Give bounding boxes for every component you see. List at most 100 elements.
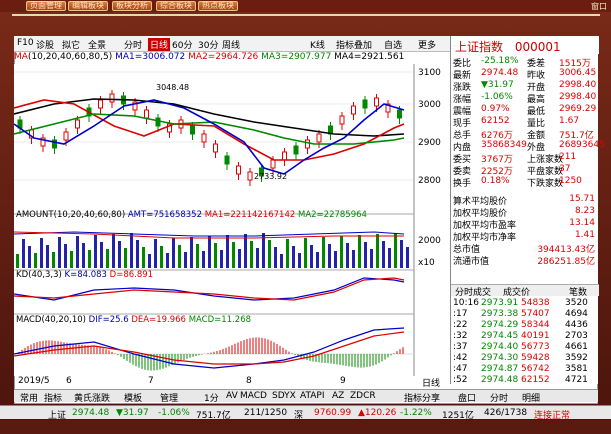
ma1-value: MA1=3006.072 bbox=[115, 52, 186, 62]
menu-button-analysis[interactable]: 板块分析 bbox=[112, 1, 152, 11]
volume-bar bbox=[214, 243, 217, 268]
date-tick: 9 bbox=[340, 376, 346, 386]
volume-bar bbox=[190, 237, 193, 268]
favorites-dropdown[interactable]: 自选 bbox=[384, 38, 402, 51]
candle-body bbox=[75, 119, 80, 129]
trade-volume: 40191 bbox=[521, 331, 550, 341]
stat-value: 15.71 bbox=[569, 194, 595, 204]
indicator-tab[interactable]: AV bbox=[226, 391, 238, 401]
volume-bar bbox=[70, 251, 73, 268]
indicator-tab[interactable]: ZDCR bbox=[350, 391, 376, 401]
price-tick: 3100 bbox=[418, 68, 441, 78]
m30-tab[interactable]: 30分 bbox=[198, 38, 218, 51]
candle-body bbox=[316, 133, 322, 143]
macd-dea-value: DEA=19.966 bbox=[131, 315, 186, 325]
trade-col-price: 成交价 bbox=[503, 288, 531, 298]
indicator-tab[interactable]: 黄氏涨跌 bbox=[74, 391, 110, 404]
trade-count: 4694 bbox=[565, 309, 588, 319]
indicator-tab[interactable]: 1分 bbox=[204, 391, 219, 404]
quote-value: 26893645 bbox=[559, 140, 605, 150]
panorama-button[interactable]: 全景 bbox=[88, 38, 106, 51]
tab-timeshare[interactable]: 分时 bbox=[490, 391, 508, 404]
indicator-tab[interactable]: MACD bbox=[240, 391, 267, 401]
ma-label[interactable]: MA bbox=[14, 52, 28, 62]
trade-title[interactable]: 分时成交 bbox=[455, 285, 491, 298]
volume-bar bbox=[172, 238, 175, 268]
trade-volume: 62152 bbox=[521, 375, 550, 385]
volume-bar bbox=[16, 254, 19, 268]
volume-bar bbox=[118, 241, 121, 268]
m60-tab[interactable]: 60分 bbox=[172, 38, 192, 51]
indicator-tab[interactable]: ATAPI bbox=[300, 391, 325, 401]
ruler-button[interactable]: 拟它 bbox=[62, 38, 80, 51]
indicator-overlay-dropdown[interactable]: 指标叠加 bbox=[336, 38, 372, 51]
volume-bar bbox=[58, 237, 61, 268]
kd-label[interactable]: KD bbox=[16, 270, 28, 280]
volume-bar bbox=[64, 244, 67, 268]
kd-legend: KD(40,3,3) K=84.083 D=86.891 bbox=[16, 270, 416, 281]
macd-macd-value: MACD=11.268 bbox=[188, 315, 252, 325]
trade-time: :37 bbox=[453, 342, 468, 352]
volume-bar bbox=[76, 236, 79, 268]
indicator-tab[interactable]: SDYX bbox=[272, 391, 296, 401]
status-sh-ratio: 211/1250 bbox=[244, 408, 288, 418]
indicator-tab[interactable]: AZ bbox=[332, 391, 344, 401]
security-name: 上证指数 bbox=[455, 40, 504, 54]
trade-time: :47 bbox=[453, 364, 468, 374]
volume-bar bbox=[220, 250, 223, 268]
date-tick: 7 bbox=[148, 376, 154, 386]
security-title: 上证指数 000001 bbox=[451, 36, 599, 54]
indicator-tab[interactable]: 常用 bbox=[20, 391, 38, 404]
indicator-tab[interactable]: 模板 bbox=[124, 391, 142, 404]
volume-bar bbox=[34, 253, 37, 268]
volume-bar bbox=[244, 234, 247, 268]
volume-bar bbox=[160, 246, 163, 268]
candle-body bbox=[270, 159, 276, 169]
price-tick: 3000 bbox=[418, 100, 441, 110]
quote-row: 最新 2974.48 昨收 3006.45 bbox=[451, 68, 599, 81]
status-sz-ratio: 426/1738 bbox=[484, 408, 528, 418]
kline-dropdown[interactable]: K线 bbox=[310, 38, 325, 51]
volume-bar bbox=[130, 233, 133, 268]
volume-bar bbox=[142, 247, 145, 268]
diagnose-button[interactable]: 诊股 bbox=[36, 38, 54, 51]
tab-handicap[interactable]: 盘口 bbox=[458, 391, 476, 404]
indicator-tab[interactable]: 管理 bbox=[160, 391, 178, 404]
menu-button-page[interactable]: 页面管理 bbox=[26, 1, 66, 11]
amount-tick: x10 bbox=[418, 258, 435, 268]
f10-button[interactable]: F10 bbox=[17, 38, 34, 48]
volume-bar bbox=[178, 245, 181, 268]
bottom-frame bbox=[0, 420, 611, 434]
volume-bar bbox=[316, 252, 319, 268]
trade-count: 3581 bbox=[565, 364, 588, 374]
menu-button-edit[interactable]: 编辑板块 bbox=[68, 1, 108, 11]
indicator-tab[interactable]: 指标 bbox=[44, 391, 62, 404]
volume-bar bbox=[268, 240, 271, 268]
date-tick: 8 bbox=[246, 376, 252, 386]
tab-detail[interactable]: 明细 bbox=[522, 391, 540, 404]
trade-time: 10:16 bbox=[453, 298, 479, 308]
macd-label[interactable]: MACD bbox=[16, 315, 41, 325]
quote-value: 2998.40 bbox=[559, 80, 597, 90]
volume-bar bbox=[100, 242, 103, 268]
trade-volume: 56742 bbox=[521, 364, 550, 374]
period-label[interactable]: 日线 bbox=[422, 376, 440, 389]
menu-button-combo[interactable]: 综合板块 bbox=[156, 1, 196, 11]
volume-bar bbox=[322, 237, 325, 268]
day-tab[interactable]: 日线 bbox=[148, 38, 171, 51]
timeshare-tab[interactable]: 分时 bbox=[124, 38, 142, 51]
macd-dif-value: DIF=25.6 bbox=[88, 315, 129, 325]
candle-body bbox=[155, 117, 161, 127]
volume-bar bbox=[298, 253, 301, 268]
window-controls[interactable]: 窗口 bbox=[591, 1, 607, 12]
period-dropdown[interactable]: 周线 bbox=[222, 38, 240, 51]
indicator-tab[interactable]: 指标分享 bbox=[404, 391, 440, 404]
trade-count: 4661 bbox=[565, 342, 588, 352]
amount-label[interactable]: AMOUNT bbox=[16, 210, 54, 220]
status-sh-price: 2974.48 bbox=[72, 408, 110, 418]
volume-bar bbox=[28, 246, 31, 268]
volume-bar bbox=[400, 240, 403, 268]
volume-bar bbox=[148, 254, 151, 268]
more-dropdown[interactable]: 更多 bbox=[418, 38, 436, 51]
menu-button-hot[interactable]: 热点板块 bbox=[198, 1, 238, 11]
